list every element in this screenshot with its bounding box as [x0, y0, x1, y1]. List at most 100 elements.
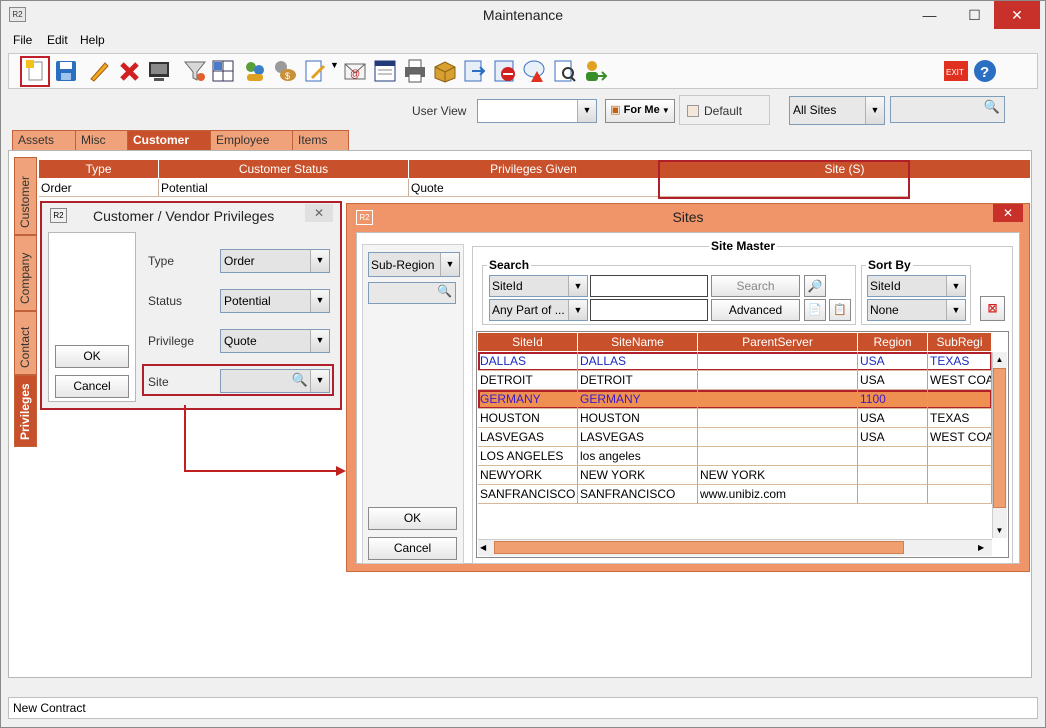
- cell-siteid[interactable]: GERMANY: [478, 390, 578, 409]
- print-preview-button[interactable]: [146, 58, 172, 84]
- cell-parentserver[interactable]: [698, 390, 858, 409]
- help-button[interactable]: ?: [972, 58, 998, 84]
- chevron-down-icon[interactable]: ▼: [310, 250, 329, 272]
- vtab-contact[interactable]: Contact: [14, 311, 37, 375]
- table-row[interactable]: LASVEGAS LASVEGAS USA WEST COA: [478, 428, 992, 447]
- email-button[interactable]: @: [342, 58, 368, 84]
- chevron-down-icon[interactable]: ▼: [946, 276, 965, 296]
- cell-region[interactable]: USA: [858, 428, 928, 447]
- grid-cell-privileges-given[interactable]: Quote: [409, 179, 659, 197]
- advanced-button[interactable]: Advanced: [711, 299, 800, 321]
- cell-region[interactable]: [858, 485, 928, 504]
- cell-parentserver[interactable]: [698, 428, 858, 447]
- delete-button[interactable]: [117, 58, 143, 84]
- privileges-ok-button[interactable]: OK: [55, 345, 129, 368]
- maximize-button[interactable]: ☐: [952, 1, 997, 29]
- status-combo[interactable]: Potential ▼: [220, 289, 330, 313]
- close-button[interactable]: ✕: [994, 1, 1040, 29]
- site-combo[interactable]: 🔍 ▼: [220, 369, 330, 393]
- privileges-cancel-button[interactable]: Cancel: [55, 375, 129, 398]
- col-header-region[interactable]: Region: [858, 333, 928, 351]
- vtab-privileges[interactable]: Privileges: [14, 375, 37, 447]
- chevron-down-icon[interactable]: ▼: [865, 97, 884, 124]
- cell-sitename[interactable]: los angeles: [578, 447, 698, 466]
- search-button[interactable]: Search: [711, 275, 800, 297]
- cancel-record-button[interactable]: [492, 58, 518, 84]
- cell-parentserver[interactable]: [698, 371, 858, 390]
- table-row[interactable]: GERMANY GERMANY 1100: [478, 390, 992, 409]
- cell-region[interactable]: USA: [858, 409, 928, 428]
- tab-customer[interactable]: Customer: [127, 130, 211, 150]
- cell-subregion[interactable]: [928, 447, 992, 466]
- cell-subregion[interactable]: TEXAS: [928, 352, 992, 371]
- cell-parentserver[interactable]: www.unibiz.com: [698, 485, 858, 504]
- table-row[interactable]: NEWYORK NEW YORK NEW YORK: [478, 466, 992, 485]
- table-row[interactable]: LOS ANGELES los angeles: [478, 447, 992, 466]
- cell-parentserver[interactable]: NEW YORK: [698, 466, 858, 485]
- sites-combo[interactable]: All Sites ▼: [789, 96, 885, 125]
- cell-region[interactable]: 1100: [858, 390, 928, 409]
- table-row[interactable]: SANFRANCISCO SANFRANCISCO www.unibiz.com: [478, 485, 992, 504]
- dropdown-arrow-icon[interactable]: ▼: [330, 60, 339, 70]
- cell-sitename[interactable]: DALLAS: [578, 352, 698, 371]
- save-button[interactable]: [53, 58, 79, 84]
- grid-header-type[interactable]: Type: [39, 160, 159, 178]
- col-header-parentserver[interactable]: ParentServer: [698, 333, 858, 351]
- table-row[interactable]: HOUSTON HOUSTON USA TEXAS: [478, 409, 992, 428]
- scroll-right-icon[interactable]: ▶: [978, 541, 990, 554]
- privilege-combo[interactable]: Quote ▼: [220, 329, 330, 353]
- find-button[interactable]: 🔎: [804, 275, 826, 297]
- cell-sitename[interactable]: LASVEGAS: [578, 428, 698, 447]
- filter-button[interactable]: [182, 58, 208, 84]
- vtab-customer[interactable]: Customer: [14, 157, 37, 235]
- form-button[interactable]: [372, 58, 398, 84]
- search-icon[interactable]: 🔍: [984, 99, 1000, 115]
- cell-parentserver[interactable]: [698, 352, 858, 371]
- scroll-left-icon[interactable]: ◀: [480, 541, 492, 554]
- grid-header-customer-status[interactable]: Customer Status: [159, 160, 409, 178]
- subregion-search-input[interactable]: 🔍: [368, 282, 456, 304]
- subregion-combo[interactable]: Sub-Region ▼: [368, 252, 460, 277]
- sort-order-combo[interactable]: None ▼: [867, 299, 966, 321]
- site-search-input[interactable]: 🔍: [890, 96, 1005, 123]
- search-text-input-2[interactable]: [590, 299, 708, 321]
- vertical-scroll-thumb[interactable]: [993, 368, 1006, 508]
- vtab-company[interactable]: Company: [14, 235, 37, 311]
- grid-cell-type[interactable]: Order: [39, 179, 159, 197]
- print-button[interactable]: [402, 58, 428, 84]
- exit-button[interactable]: EXIT: [943, 58, 969, 84]
- cell-siteid[interactable]: SANFRANCISCO: [478, 485, 578, 504]
- edit-button[interactable]: [86, 58, 112, 84]
- cell-siteid[interactable]: DALLAS: [478, 352, 578, 371]
- chevron-down-icon[interactable]: ▼: [946, 300, 965, 320]
- col-header-sitename[interactable]: SiteName: [578, 333, 698, 351]
- cell-region[interactable]: USA: [858, 371, 928, 390]
- minimize-button[interactable]: —: [907, 1, 952, 29]
- document-edit-button[interactable]: [302, 58, 328, 84]
- saved-search-button[interactable]: 📋: [829, 299, 851, 321]
- user-transfer-button[interactable]: [582, 58, 608, 84]
- col-header-siteid[interactable]: SiteId: [478, 333, 578, 351]
- cell-subregion[interactable]: TEXAS: [928, 409, 992, 428]
- chevron-down-icon[interactable]: ▼: [577, 100, 596, 122]
- sites-ok-button[interactable]: OK: [368, 507, 457, 530]
- col-header-subregion[interactable]: SubRegi: [928, 333, 992, 351]
- cell-siteid[interactable]: DETROIT: [478, 371, 578, 390]
- grid-cell-customer-status[interactable]: Potential: [159, 179, 409, 197]
- cell-sitename[interactable]: SANFRANCISCO: [578, 485, 698, 504]
- horizontal-scroll-thumb[interactable]: [494, 541, 904, 554]
- cell-parentserver[interactable]: [698, 447, 858, 466]
- cell-sitename[interactable]: NEW YORK: [578, 466, 698, 485]
- sort-field-combo[interactable]: SiteId ▼: [867, 275, 966, 297]
- package-button[interactable]: [432, 58, 458, 84]
- tab-misc[interactable]: Misc: [75, 130, 128, 150]
- chevron-down-icon[interactable]: ▼: [568, 276, 587, 296]
- tab-items[interactable]: Items: [292, 130, 349, 150]
- alert-button[interactable]: [522, 58, 548, 84]
- cell-parentserver[interactable]: [698, 409, 858, 428]
- users-button[interactable]: [242, 58, 268, 84]
- pricing-button[interactable]: $: [272, 58, 298, 84]
- cell-siteid[interactable]: LOS ANGELES: [478, 447, 578, 466]
- tab-employee[interactable]: Employee: [210, 130, 293, 150]
- new-button[interactable]: [20, 56, 50, 87]
